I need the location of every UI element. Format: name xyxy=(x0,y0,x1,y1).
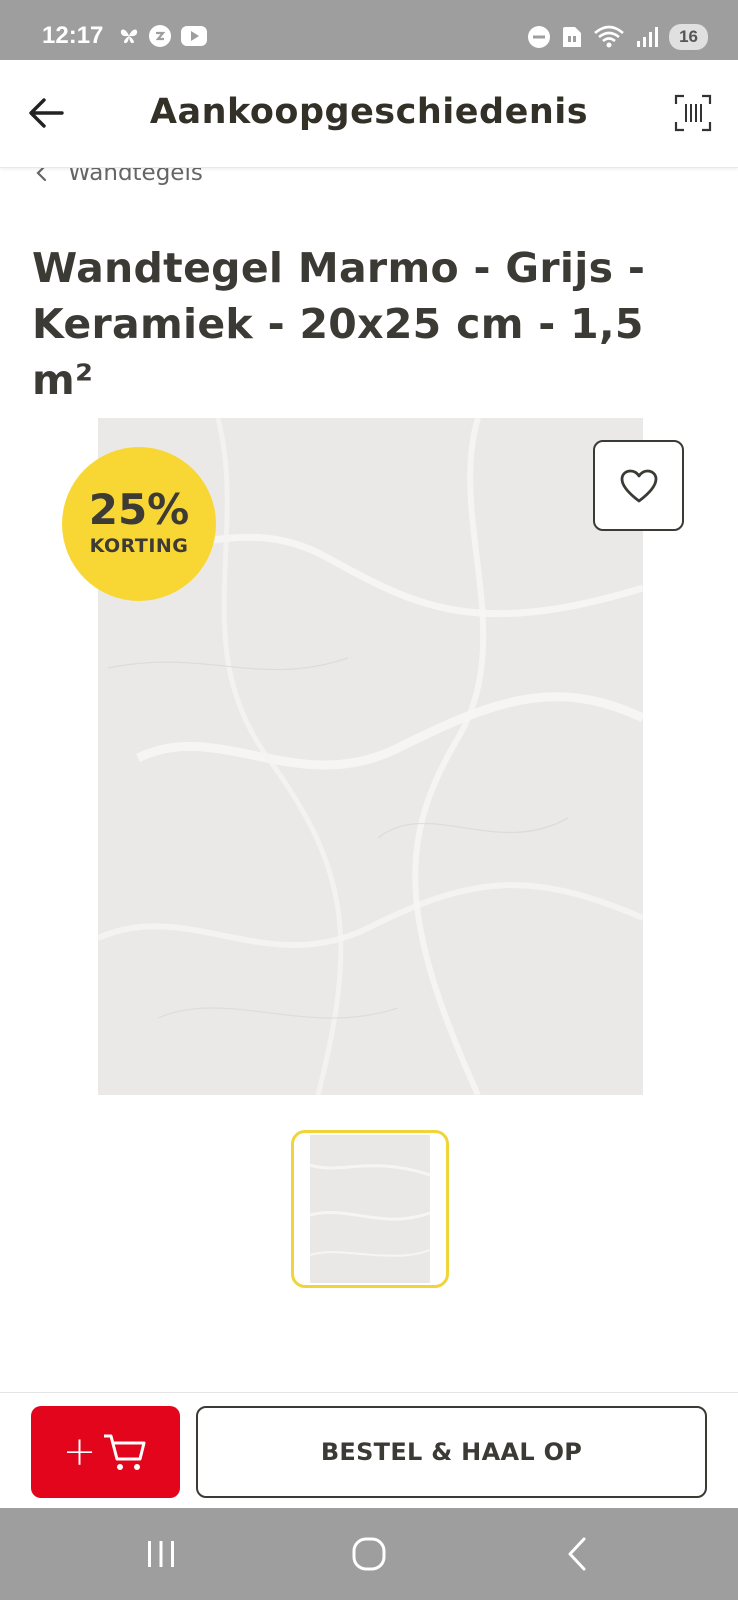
dnd-icon xyxy=(528,26,551,48)
discount-percent: 25% xyxy=(88,485,190,534)
home-button[interactable] xyxy=(345,1530,393,1578)
barcode-scan-icon xyxy=(674,94,712,132)
cart-icon xyxy=(104,1434,146,1470)
system-back-button[interactable] xyxy=(553,1530,601,1578)
thumbnail-image xyxy=(309,1135,431,1283)
recent-apps-button[interactable] xyxy=(137,1530,185,1578)
heart-icon xyxy=(620,469,657,502)
battery-indicator: 16 xyxy=(669,24,708,50)
scan-button[interactable] xyxy=(674,94,712,132)
order-pickup-button[interactable]: BESTEL & HAAL OP xyxy=(196,1406,707,1498)
page-title: Aankoopgeschiedenis xyxy=(149,92,589,132)
sim-icon xyxy=(563,27,582,47)
recent-apps-icon xyxy=(148,1541,174,1567)
youtube-icon xyxy=(181,26,207,46)
action-bar: + BESTEL & HAAL OP xyxy=(0,1392,738,1508)
status-bar: 12:17 16 xyxy=(0,0,738,60)
plus-label: + xyxy=(62,1429,97,1475)
thumbnail-selected[interactable] xyxy=(291,1130,449,1288)
thumbnail-marble xyxy=(309,1135,431,1283)
system-nav-bar xyxy=(0,1508,738,1600)
signal-icon xyxy=(637,27,659,47)
butterfly-icon xyxy=(120,29,138,44)
sync-icon xyxy=(149,25,171,47)
home-icon xyxy=(352,1537,386,1571)
favorite-button[interactable] xyxy=(593,440,684,531)
back-chevron-icon xyxy=(568,1537,586,1571)
wifi-icon xyxy=(594,25,624,48)
discount-badge: 25% KORTING xyxy=(62,447,216,601)
discount-label: KORTING xyxy=(89,535,189,557)
status-time: 12:17 xyxy=(42,22,104,49)
product-title: Wandtegel Marmo - Grijs - Keramiek - 20x… xyxy=(32,244,646,404)
app-header: Aankoopgeschiedenis xyxy=(0,60,738,168)
add-to-cart-button[interactable]: + xyxy=(31,1406,180,1498)
